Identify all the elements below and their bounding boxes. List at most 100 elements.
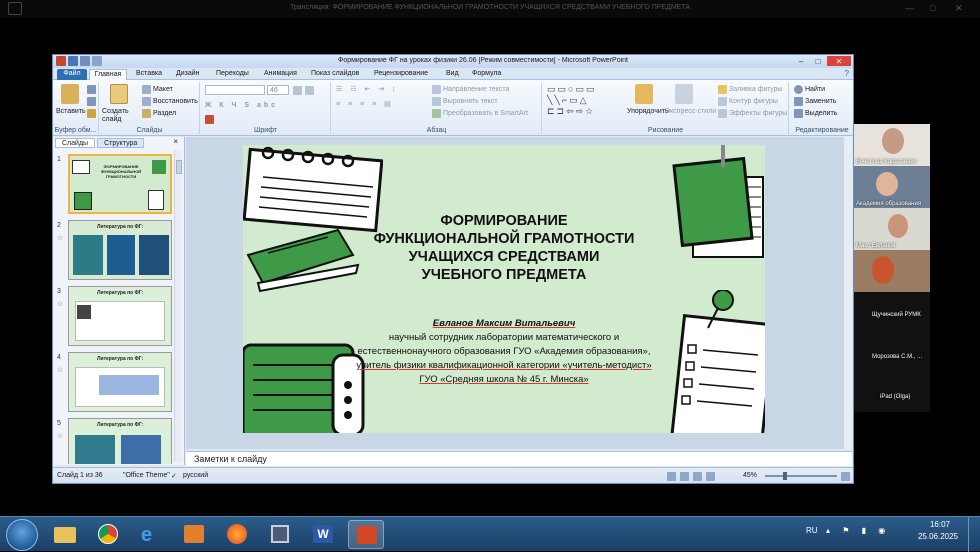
video-tile[interactable]: iPad (Olga) <box>854 376 930 412</box>
slide-scrollbar[interactable] <box>843 137 852 449</box>
tab-formula[interactable]: Формула <box>469 69 504 80</box>
quick-styles-button[interactable]: Экспресс-стили <box>665 108 716 115</box>
help-icon[interactable]: ? <box>845 69 849 78</box>
panel-close-icon[interactable]: × <box>173 137 178 146</box>
shrink-font-icon[interactable] <box>305 86 314 95</box>
panel-scrollbar[interactable] <box>174 150 182 462</box>
view-buttons[interactable] <box>667 472 715 481</box>
spellcheck-icon[interactable]: ✓ <box>171 472 177 480</box>
tab-slideshow[interactable]: Показ слайдов <box>308 69 362 80</box>
new-slide-icon[interactable] <box>110 84 128 104</box>
list-buttons[interactable]: ☰ ☷ ⇤ ⇥ ↕ <box>336 85 399 93</box>
taskbar-powerpoint[interactable] <box>348 520 384 549</box>
tab-animation[interactable]: Анимация <box>261 69 300 80</box>
video-tile[interactable]: Академия образования <box>854 166 930 208</box>
zoom-slider[interactable] <box>765 475 837 477</box>
language-indicator[interactable]: русский <box>183 472 208 479</box>
taskbar-outlook[interactable] <box>176 520 212 549</box>
video-tile[interactable]: Макс Евланов <box>854 208 930 250</box>
tab-review[interactable]: Рецензирование <box>371 69 431 80</box>
minimize-icon[interactable]: — <box>905 3 914 13</box>
notes-pane[interactable]: Заметки к слайду <box>186 451 852 466</box>
shape-outline-button[interactable]: Контур фигуры <box>718 97 778 106</box>
powerpoint-icon[interactable] <box>56 56 66 66</box>
font-color-button[interactable] <box>205 115 214 124</box>
conference-title: Трансляция: ФОРМИРОВАНИЕ ФУНКЦИОНАЛЬНОЙ … <box>289 4 691 11</box>
tab-outline[interactable]: Структура <box>97 138 145 148</box>
select-button[interactable]: Выделить <box>794 109 837 118</box>
save-icon[interactable] <box>68 56 78 66</box>
video-tile[interactable]: Щучинский РУМК <box>854 292 930 334</box>
normal-view-icon[interactable] <box>667 472 676 481</box>
tab-view[interactable]: Вид <box>443 69 462 80</box>
slide-thumbnail-3[interactable]: Литература по ФГ: <box>68 286 172 346</box>
taskbar-ie[interactable]: e <box>133 520 169 549</box>
paste-icon[interactable] <box>61 84 79 104</box>
start-button[interactable] <box>6 519 38 551</box>
tab-design[interactable]: Дизайн <box>173 69 203 80</box>
taskbar-firefox[interactable] <box>219 520 255 549</box>
shape-fill-button[interactable]: Заливка фигуры <box>718 85 782 94</box>
slide-thumbnail-1[interactable]: ФОРМИРОВАНИЕ ФУНКЦИОНАЛЬНОЙ ГРАМОТНОСТИ <box>68 154 172 214</box>
current-slide[interactable]: ФОРМИРОВАНИЕ ФУНКЦИОНАЛЬНОЙ ГРАМОТНОСТИ … <box>243 145 765 433</box>
new-slide-button[interactable]: Создать слайд <box>102 108 136 124</box>
section-button[interactable]: Раздел <box>142 109 176 118</box>
shape-effects-button[interactable]: Эффекты фигуры <box>718 109 787 118</box>
layout-button[interactable]: Макет <box>142 85 173 94</box>
tab-transitions[interactable]: Переходы <box>213 69 252 80</box>
show-desktop-button[interactable] <box>968 517 980 552</box>
slide-thumbnail-2[interactable]: Литература по ФГ: <box>68 220 172 280</box>
pp-close-button[interactable]: ✕ <box>827 56 851 66</box>
tab-slides[interactable]: Слайды <box>55 138 96 148</box>
tab-insert[interactable]: Вставка <box>133 69 165 80</box>
tray-icons[interactable]: ▴ ⚑ ▮ ◉ <box>826 526 890 535</box>
video-tile[interactable]: Вячеслав Каратаевич <box>854 124 930 166</box>
replace-button[interactable]: Заменить <box>794 97 836 106</box>
pp-minimize-button[interactable]: – <box>793 56 809 66</box>
taskbar-word[interactable]: W <box>305 520 341 549</box>
pp-maximize-button[interactable]: □ <box>810 56 826 66</box>
text-direction-button[interactable]: Направление текста <box>432 85 509 94</box>
format-painter-icon[interactable] <box>87 109 96 118</box>
tab-file[interactable]: Файл <box>57 69 87 80</box>
zoom-slider-handle[interactable] <box>783 472 787 480</box>
align-buttons[interactable]: ≡ ≡ ≡ ≡ ▤ <box>336 100 394 108</box>
taskbar-explorer[interactable] <box>47 520 83 549</box>
video-tile[interactable] <box>854 250 930 292</box>
arrange-icon[interactable] <box>635 84 653 104</box>
clock-time[interactable]: 16:07 <box>920 520 960 529</box>
align-text-button[interactable]: Выровнять текст <box>432 97 498 106</box>
font-format-buttons[interactable]: Ж К Ч S abc <box>205 102 278 109</box>
reset-icon <box>142 97 151 106</box>
close-icon[interactable]: ✕ <box>955 3 963 14</box>
language-tray[interactable]: RU <box>806 526 818 535</box>
paste-button[interactable]: Вставить <box>56 108 86 115</box>
slide-thumbnail-4[interactable]: Литература по ФГ: <box>68 352 172 412</box>
panel-scroll-thumb[interactable] <box>176 160 182 174</box>
reset-button[interactable]: Восстановить <box>142 97 198 106</box>
font-family-select[interactable] <box>205 85 265 95</box>
sorter-view-icon[interactable] <box>680 472 689 481</box>
font-size-select[interactable]: 46 <box>267 85 289 95</box>
redo-icon[interactable] <box>92 56 102 66</box>
arrange-button[interactable]: Упорядочить <box>627 108 669 115</box>
clock-date[interactable]: 25.06.2025 <box>912 532 964 541</box>
grow-font-icon[interactable] <box>293 86 302 95</box>
copy-icon[interactable] <box>87 97 96 106</box>
reading-view-icon[interactable] <box>693 472 702 481</box>
fit-slide-icon[interactable] <box>841 472 850 481</box>
smartart-button[interactable]: Преобразовать в SmartArt <box>432 109 528 118</box>
slide-thumbnail-5[interactable]: Литература по ФГ: <box>68 418 172 464</box>
maximize-icon[interactable]: □ <box>930 3 935 13</box>
taskbar-save-app[interactable] <box>262 520 298 549</box>
thumb-number: 1 <box>57 156 61 163</box>
taskbar-chrome[interactable] <box>90 520 126 549</box>
tab-home[interactable]: Главная <box>89 69 127 80</box>
find-button[interactable]: Найти <box>794 85 825 94</box>
cut-icon[interactable] <box>87 85 96 94</box>
video-tile[interactable]: Морозова С.М., ... <box>854 334 930 376</box>
slideshow-view-icon[interactable] <box>706 472 715 481</box>
undo-icon[interactable] <box>80 56 90 66</box>
shapes-gallery[interactable]: ▭▭○▭▭ ╲╲⌐▭△ ⊏⊐⇦⇨☆ <box>547 84 596 117</box>
quick-styles-icon[interactable] <box>675 84 693 104</box>
